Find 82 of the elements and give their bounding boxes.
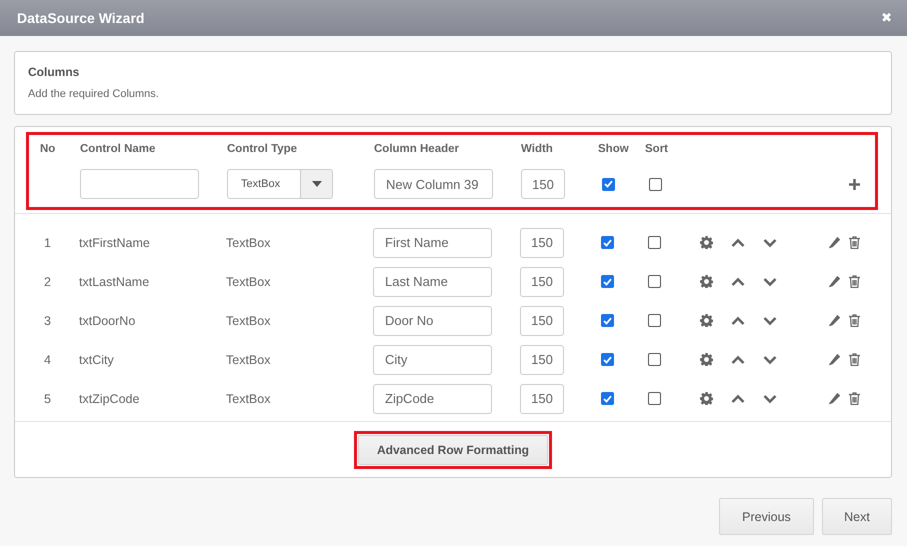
checkbox[interactable] <box>648 275 661 288</box>
column-header-input[interactable]: First Name <box>373 228 492 258</box>
trash-icon[interactable] <box>848 392 860 405</box>
chevron-down-icon[interactable] <box>763 238 777 248</box>
control-type: TextBox <box>226 392 272 406</box>
width-input[interactable]: 150 <box>521 169 565 199</box>
chevron-up-icon[interactable] <box>731 238 745 248</box>
control-name: txtFirstName <box>79 236 151 250</box>
chevron-down-icon[interactable] <box>763 276 777 286</box>
checkbox[interactable] <box>601 275 614 288</box>
column-header: Sort <box>645 143 669 155</box>
pencil-icon[interactable] <box>828 353 840 366</box>
chevron-down-icon[interactable] <box>763 394 777 404</box>
trash-icon[interactable] <box>848 236 860 249</box>
caret-icon <box>312 181 322 187</box>
checkbox[interactable] <box>601 236 614 249</box>
row-number: 5 <box>43 392 52 406</box>
gear-icon[interactable] <box>700 353 712 366</box>
column-header-input[interactable]: Door No <box>373 306 492 336</box>
wizard-button[interactable]: Next <box>822 498 892 535</box>
control-name: txtZipCode <box>79 392 140 406</box>
chevron-up-icon[interactable] <box>731 316 745 326</box>
trash-icon[interactable] <box>848 314 860 327</box>
pencil-icon[interactable] <box>828 392 840 405</box>
checkbox[interactable] <box>601 353 614 366</box>
column-header-input[interactable]: City <box>373 344 492 374</box>
column-header-input[interactable]: Last Name <box>373 266 492 296</box>
column-header: Column Header <box>374 143 460 155</box>
window-title: DataSource Wizard <box>17 10 144 26</box>
checkbox[interactable] <box>648 353 661 366</box>
width-input[interactable]: 150 <box>520 228 564 258</box>
pencil-icon[interactable] <box>828 314 840 327</box>
width-input[interactable]: 150 <box>520 266 564 296</box>
section-heading: Columns <box>28 65 80 79</box>
control-name-input[interactable] <box>80 169 199 199</box>
control-type: TextBox <box>226 352 272 366</box>
row-number: 1 <box>43 236 52 250</box>
trash-icon[interactable] <box>848 275 860 288</box>
control-type: TextBox <box>226 314 272 328</box>
chevron-down-icon[interactable] <box>763 316 777 326</box>
gear-icon[interactable] <box>700 275 712 288</box>
gear-icon[interactable] <box>700 392 712 405</box>
row-number: 2 <box>43 274 52 288</box>
advanced-row-formatting-button[interactable]: Advanced Row Formatting <box>358 434 548 464</box>
checkbox[interactable] <box>648 314 661 327</box>
close-icon[interactable]: ✖ <box>881 10 892 26</box>
checkbox[interactable] <box>648 392 661 405</box>
column-header: No <box>40 143 56 155</box>
checkbox[interactable] <box>601 392 614 405</box>
control-name: txtDoorNo <box>79 314 136 328</box>
checkbox[interactable] <box>601 314 614 327</box>
control-name: txtLastName <box>79 274 150 288</box>
width-input[interactable]: 150 <box>520 384 564 414</box>
control-name: txtCity <box>79 352 115 366</box>
row-number: 4 <box>43 352 52 366</box>
control-type-dropdown[interactable]: TextBox <box>227 169 333 199</box>
width-input[interactable]: 150 <box>520 306 564 336</box>
checkbox[interactable] <box>649 178 662 190</box>
column-header-input[interactable]: ZipCode <box>373 384 492 414</box>
checkbox[interactable] <box>602 178 615 190</box>
column-header: Control Name <box>80 143 156 155</box>
chevron-up-icon[interactable] <box>731 354 745 364</box>
row-number: 3 <box>43 314 52 328</box>
control-type: TextBox <box>226 236 272 250</box>
pencil-icon[interactable] <box>828 275 840 288</box>
add-icon[interactable] <box>848 178 860 190</box>
column-header-input[interactable]: New Column 39 <box>374 169 493 199</box>
control-type: TextBox <box>226 274 272 288</box>
gear-icon[interactable] <box>700 314 712 327</box>
chevron-down-icon[interactable] <box>763 354 777 364</box>
column-header: Width <box>521 143 554 155</box>
column-header: Control Type <box>227 143 298 155</box>
width-input[interactable]: 150 <box>520 344 564 374</box>
column-header: Show <box>598 143 630 155</box>
chevron-up-icon[interactable] <box>731 394 745 404</box>
trash-icon[interactable] <box>848 353 860 366</box>
gear-icon[interactable] <box>700 236 712 249</box>
pencil-icon[interactable] <box>828 236 840 249</box>
checkbox[interactable] <box>648 236 661 249</box>
wizard-button[interactable]: Previous <box>719 498 814 535</box>
section-description: Add the required Columns. <box>28 88 160 100</box>
chevron-up-icon[interactable] <box>731 276 745 286</box>
